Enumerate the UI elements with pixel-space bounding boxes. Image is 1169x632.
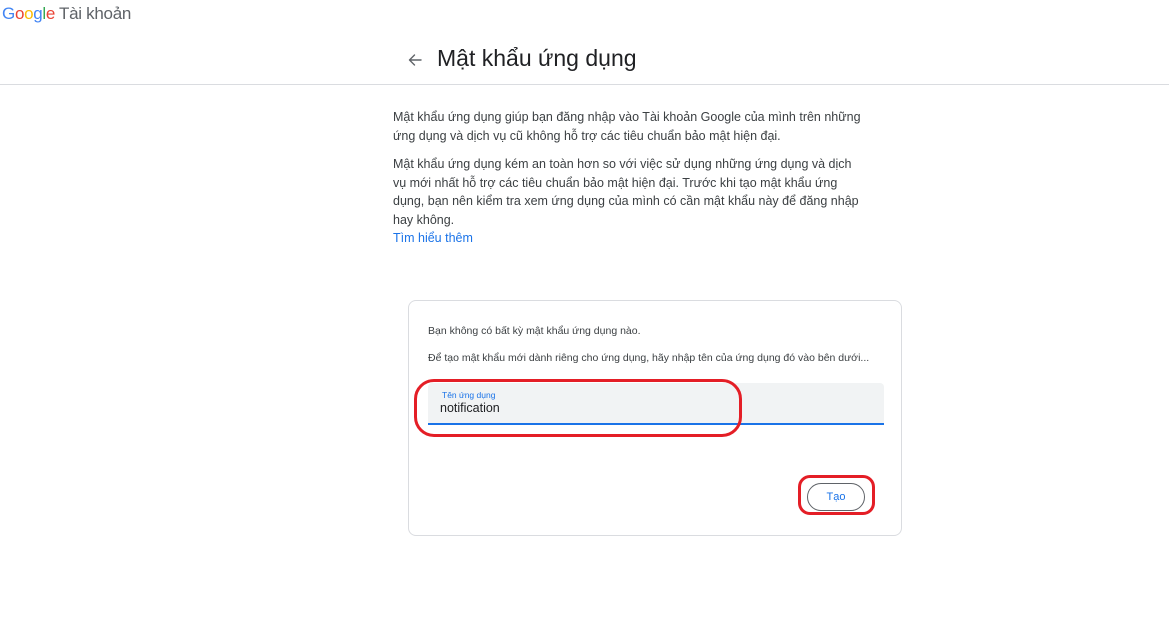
- google-account-logo[interactable]: Google Tài khoản: [2, 4, 131, 24]
- intro-section: Mật khẩu ứng dụng giúp bạn đăng nhập vào…: [393, 108, 863, 248]
- app-name-input[interactable]: [440, 401, 870, 415]
- create-button[interactable]: Tạo: [807, 483, 865, 511]
- learn-more-link[interactable]: Tìm hiểu thêm: [393, 229, 473, 248]
- arrow-left-icon: [408, 54, 422, 66]
- page-title: Mật khẩu ứng dụng: [437, 45, 637, 71]
- logo-letter: o: [24, 4, 34, 23]
- app-password-card: Bạn không có bất kỳ mật khẩu ứng dụng nà…: [408, 300, 902, 536]
- top-bar: Google Tài khoản: [0, 0, 1169, 30]
- create-instruction: Để tạo mật khẩu mới dành riêng cho ứng d…: [428, 352, 870, 364]
- back-button[interactable]: [405, 50, 425, 70]
- logo-letter: e: [45, 4, 56, 23]
- intro-paragraph: Mật khẩu ứng dụng kém an toàn hơn so với…: [393, 157, 859, 227]
- app-name-field[interactable]: Tên ứng dụng: [428, 383, 884, 425]
- product-name: Tài khoản: [59, 4, 132, 23]
- page-header: Mật khẩu ứng dụng: [0, 34, 1169, 85]
- logo-letter: G: [2, 4, 15, 23]
- intro-paragraph: Mật khẩu ứng dụng giúp bạn đăng nhập vào…: [393, 110, 861, 143]
- app-name-label: Tên ứng dụng: [442, 390, 496, 400]
- logo-letter: o: [14, 4, 25, 23]
- empty-state-message: Bạn không có bất kỳ mật khẩu ứng dụng nà…: [428, 325, 641, 337]
